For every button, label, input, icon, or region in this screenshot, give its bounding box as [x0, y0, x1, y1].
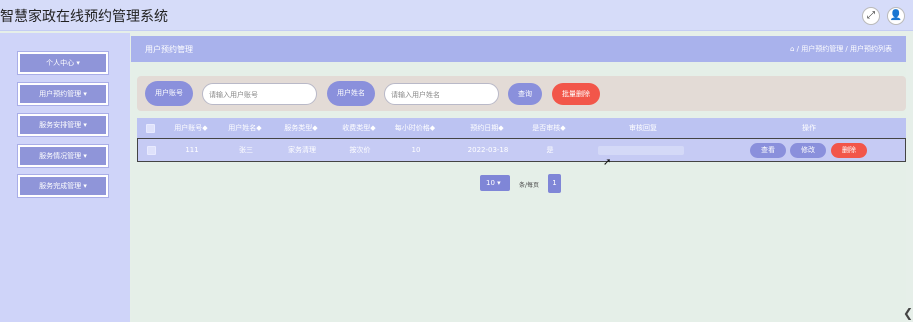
- col-reviewed[interactable]: 是否审核◆: [521, 118, 577, 138]
- fullscreen-icon[interactable]: ⤢: [862, 7, 880, 25]
- collapse-arrow-icon[interactable]: ❮: [903, 306, 913, 320]
- col-account[interactable]: 用户账号◆: [165, 118, 217, 138]
- account-search-input[interactable]: 请输入用户账号: [202, 83, 317, 105]
- account-label: 用户账号: [145, 81, 193, 106]
- page-title: 用户预约管理: [145, 45, 193, 54]
- top-bar: 智慧家政在线预约管理系统 ⤢ 👤: [0, 0, 913, 31]
- cell-date: 2022-03-18: [467, 146, 509, 154]
- delete-button[interactable]: 删除: [831, 143, 867, 158]
- col-fee-type[interactable]: 收费类型◆: [331, 118, 387, 138]
- col-service-type[interactable]: 服务类型◆: [273, 118, 329, 138]
- sidebar-item-user-booking[interactable]: 用户预约管理 ▾: [18, 83, 108, 105]
- name-search-input[interactable]: 请输入用户姓名: [384, 83, 499, 105]
- row-checkbox[interactable]: [146, 145, 156, 155]
- page-size-select[interactable]: 10 ▾: [480, 175, 510, 191]
- cell-reviewed: 是: [546, 146, 554, 154]
- main-header: 用户预约管理 ⌂ / 用户预约管理 / 用户预约列表: [131, 36, 906, 62]
- edit-button[interactable]: 修改: [790, 143, 826, 158]
- cell-fee-type: 按次价: [349, 146, 371, 154]
- col-reply: 审核回复: [629, 124, 657, 132]
- breadcrumb[interactable]: ⌂ / 用户预约管理 / 用户预约列表: [790, 44, 892, 54]
- per-page-label: 条/每页: [519, 182, 540, 189]
- user-icon[interactable]: 👤: [887, 7, 905, 25]
- page-number-button[interactable]: 1: [548, 174, 561, 193]
- table-header: 用户账号◆ 用户姓名◆ 服务类型◆ 收费类型◆ 每小时价格◆ 预约日期◆ 是否审…: [137, 118, 906, 138]
- sidebar-item-service-complete[interactable]: 服务完成管理 ▾: [18, 175, 108, 197]
- sidebar-item-service-status[interactable]: 服务情况管理 ▾: [18, 145, 108, 167]
- sidebar-item-service-schedule[interactable]: 服务安排管理 ▾: [18, 114, 108, 136]
- name-label: 用户姓名: [327, 81, 375, 106]
- app-title: 智慧家政在线预约管理系统: [0, 9, 168, 25]
- batch-delete-button[interactable]: 批量删除: [552, 83, 600, 105]
- col-date[interactable]: 预约日期◆: [457, 118, 517, 138]
- col-name[interactable]: 用户姓名◆: [219, 118, 271, 138]
- query-button[interactable]: 查询: [508, 83, 542, 105]
- cell-hourly-price: 10: [411, 146, 421, 154]
- cell-service-type: 家务清理: [288, 146, 316, 154]
- cell-review-reply: [598, 146, 684, 155]
- cell-name: 张三: [239, 146, 253, 154]
- cell-account: 111: [185, 146, 199, 154]
- select-all-checkbox[interactable]: [145, 123, 155, 133]
- sidebar-item-personal-center[interactable]: 个人中心 ▾: [18, 52, 108, 74]
- col-actions: 操作: [802, 124, 816, 132]
- col-hourly-price[interactable]: 每小时价格◆: [387, 118, 443, 138]
- mouse-cursor-icon: ➚: [603, 157, 612, 168]
- view-button[interactable]: 查看: [750, 143, 786, 158]
